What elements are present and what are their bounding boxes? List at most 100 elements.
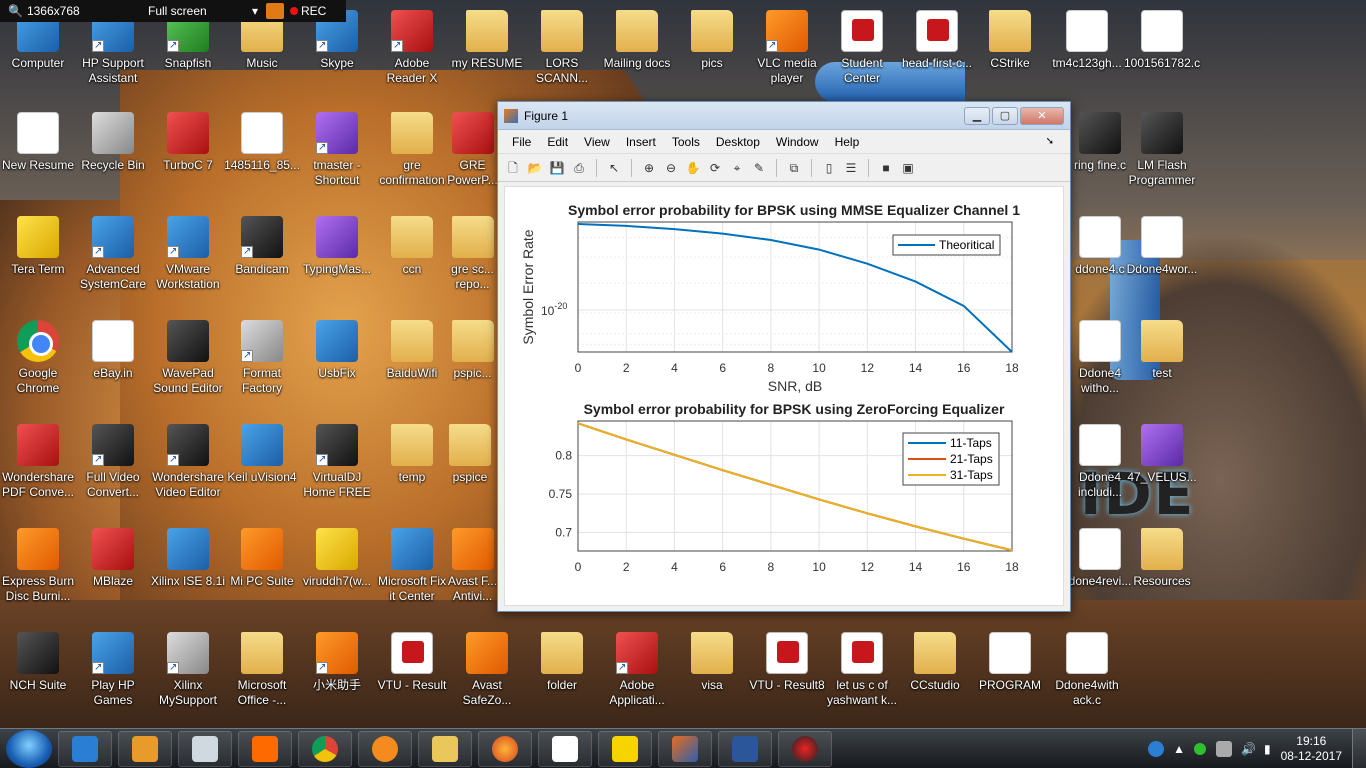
figure-window[interactable]: Figure 1 ▁ ▢ ✕ File Edit View Insert Too… — [497, 101, 1071, 612]
desktop-icon[interactable]: Mailing docs — [599, 10, 675, 71]
desktop-icon[interactable]: viruddh7(w... — [299, 528, 375, 589]
desktop-icon[interactable]: Resources — [1124, 528, 1200, 589]
taskbar-item[interactable] — [598, 730, 652, 767]
dock-arrow-icon[interactable]: ➘ — [1038, 136, 1062, 147]
record-button[interactable]: REC — [290, 4, 326, 18]
desktop-icon[interactable]: pspic... — [445, 320, 500, 381]
desktop-icon[interactable]: temp — [374, 424, 450, 485]
desktop-icon[interactable]: Student Center — [824, 10, 900, 86]
desktop-icon[interactable]: PROGRAM — [972, 632, 1048, 693]
desktop-icon[interactable]: Wondershare PDF Conve... — [0, 424, 76, 500]
desktop-icon[interactable]: 1001561782.c — [1124, 10, 1200, 71]
desktop-icon[interactable]: 小米助手 — [299, 632, 375, 693]
desktop-icon[interactable]: UsbFix — [299, 320, 375, 381]
menu-desktop[interactable]: Desktop — [708, 135, 768, 149]
desktop-icon[interactable]: Avast SafeZo... — [449, 632, 525, 708]
volume-icon[interactable]: 🔊 — [1241, 742, 1256, 756]
taskbar-item[interactable] — [58, 730, 112, 767]
desktop-icon[interactable]: tm4c123gh... — [1049, 10, 1125, 71]
desktop-icon[interactable]: LORS SCANN... — [524, 10, 600, 86]
desktop-icon[interactable]: VMware Workstation — [150, 216, 226, 292]
colorbar-icon[interactable]: ▯ — [820, 159, 838, 177]
menu-help[interactable]: Help — [827, 135, 868, 149]
show-tools-icon[interactable]: ▣ — [899, 159, 917, 177]
desktop-icon[interactable]: Google Chrome — [0, 320, 76, 396]
desktop-icon[interactable]: VLC media player — [749, 10, 825, 86]
desktop-icon[interactable]: CStrike — [972, 10, 1048, 71]
clock[interactable]: 19:16 08-12-2017 — [1281, 734, 1342, 764]
menu-insert[interactable]: Insert — [618, 135, 664, 149]
signal-icon[interactable]: ▮ — [1264, 742, 1271, 756]
desktop-icon[interactable]: WavePad Sound Editor — [150, 320, 226, 396]
taskbar-item[interactable] — [178, 730, 232, 767]
desktop-icon[interactable]: Adobe Applicati... — [599, 632, 675, 708]
taskbar-item[interactable] — [418, 730, 472, 767]
desktop-icon[interactable]: Xilinx ISE 8.1i — [150, 528, 226, 589]
desktop-icon[interactable]: Express Burn Disc Burni... — [0, 528, 76, 604]
open-icon[interactable]: 📂 — [526, 159, 544, 177]
desktop-icon[interactable]: Microsoft Fix it Center — [374, 528, 450, 604]
desktop-icon[interactable]: eBay.in — [75, 320, 151, 381]
desktop-icon[interactable]: Mi PC Suite — [224, 528, 300, 589]
desktop-icon[interactable]: folder — [524, 632, 600, 693]
brush-icon[interactable]: ✎ — [750, 159, 768, 177]
desktop-icon[interactable]: gre confirmation — [374, 112, 450, 188]
hide-tools-icon[interactable]: ■ — [877, 159, 895, 177]
desktop-icon[interactable]: Ddone4wor... — [1124, 216, 1200, 277]
desktop-icon[interactable]: VirtualDJ Home FREE — [299, 424, 375, 500]
taskbar-item[interactable] — [778, 730, 832, 767]
desktop-icon[interactable]: let us c of yashwant k... — [824, 632, 900, 708]
desktop-icon[interactable]: 1485116_85... — [224, 112, 300, 173]
desktop-icon[interactable]: gre sc... repo... — [445, 216, 500, 292]
desktop-icon[interactable]: VTU - Result8 — [749, 632, 825, 693]
recorder-mode-dropdown[interactable]: Full screen ▾ — [148, 4, 266, 18]
desktop-icon[interactable]: Full Video Convert... — [75, 424, 151, 500]
recorder-bar[interactable]: 🔍 1366x768 Full screen ▾ REC — [0, 0, 346, 22]
desktop-icon[interactable]: Recycle Bin — [75, 112, 151, 173]
maximize-button[interactable]: ▢ — [992, 106, 1018, 125]
chevron-up-icon[interactable]: ▲ — [1173, 742, 1185, 756]
minimize-button[interactable]: ▁ — [964, 106, 990, 125]
desktop-icon[interactable]: New Resume — [0, 112, 76, 173]
new-figure-icon[interactable]: 🗋 — [504, 159, 522, 177]
data-cursor-icon[interactable]: ⌖ — [728, 159, 746, 177]
camera-icon[interactable] — [266, 3, 284, 19]
show-desktop-button[interactable] — [1352, 728, 1366, 768]
legend-icon[interactable]: ☰ — [842, 159, 860, 177]
desktop-icon[interactable]: Advanced SystemCare — [75, 216, 151, 292]
taskbar-item[interactable] — [478, 730, 532, 767]
recorder-resolution[interactable]: 🔍 1366x768 — [8, 4, 148, 18]
taskbar-item[interactable] — [238, 730, 292, 767]
desktop-icon[interactable]: Bandicam — [224, 216, 300, 277]
network-icon[interactable] — [1216, 740, 1233, 757]
desktop-icon[interactable]: ccn — [374, 216, 450, 277]
zoom-out-icon[interactable]: ⊖ — [662, 159, 680, 177]
desktop-icon[interactable]: Keil uVision4 — [224, 424, 300, 485]
desktop-icon[interactable]: NCH Suite — [0, 632, 76, 693]
figure-titlebar[interactable]: Figure 1 ▁ ▢ ✕ — [498, 102, 1070, 130]
desktop-icon[interactable]: Xilinx MySupport — [150, 632, 226, 708]
desktop-icon[interactable]: VTU - Result — [374, 632, 450, 693]
zoom-in-icon[interactable]: ⊕ — [640, 159, 658, 177]
desktop-icon[interactable]: head-first-c... — [899, 10, 975, 71]
help-icon[interactable] — [1148, 740, 1165, 757]
desktop-icon[interactable]: BaiduWifi — [374, 320, 450, 381]
desktop-icon[interactable]: Avast F... Antivi... — [445, 528, 500, 604]
print-icon[interactable]: ⎙ — [570, 159, 588, 177]
desktop-icon[interactable]: my RESUME — [449, 10, 525, 71]
menu-view[interactable]: View — [576, 135, 618, 149]
pointer-icon[interactable]: ↖ — [605, 159, 623, 177]
desktop-icon[interactable]: Format Factory — [224, 320, 300, 396]
desktop-icon[interactable]: pspice — [440, 424, 500, 485]
desktop-icon[interactable]: pics — [674, 10, 750, 71]
menu-file[interactable]: File — [504, 135, 539, 149]
menu-edit[interactable]: Edit — [539, 135, 576, 149]
desktop-icon[interactable]: TypingMas... — [299, 216, 375, 277]
desktop-icon[interactable]: Tera Term — [0, 216, 76, 277]
link-icon[interactable]: ⧉ — [785, 159, 803, 177]
desktop-icon[interactable]: MBlaze — [75, 528, 151, 589]
desktop-icon[interactable]: TurboC 7 — [150, 112, 226, 173]
desktop-icon[interactable]: Ddone4with ack.c — [1049, 632, 1125, 708]
taskbar-item[interactable] — [358, 730, 412, 767]
desktop-icon[interactable]: tmaster - Shortcut — [299, 112, 375, 188]
